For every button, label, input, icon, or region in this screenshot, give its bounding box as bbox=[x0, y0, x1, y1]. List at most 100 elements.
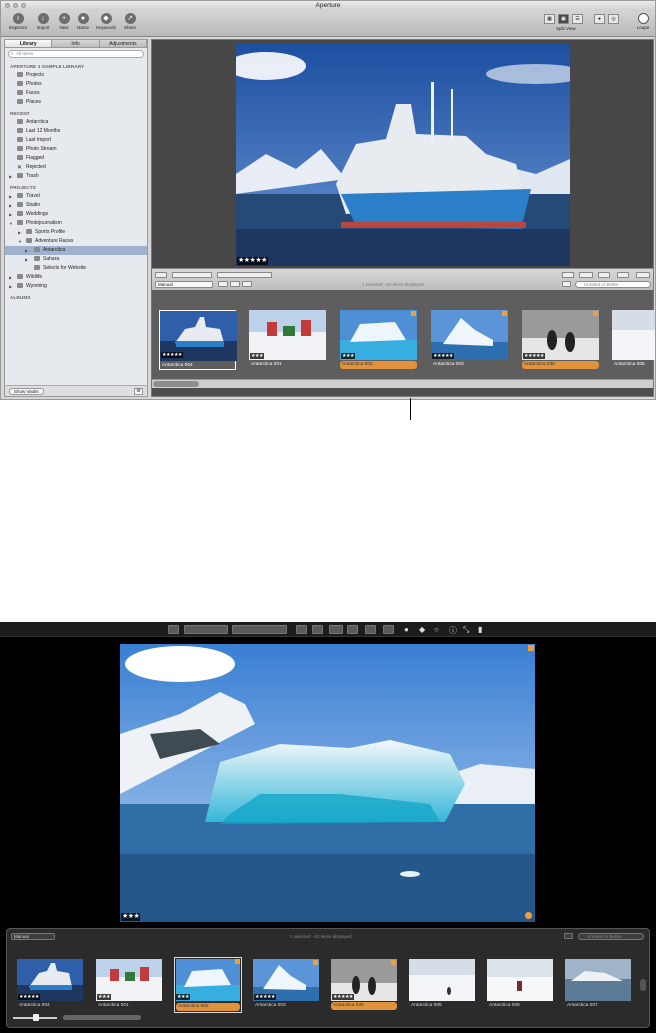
import-tool-button[interactable] bbox=[562, 272, 574, 278]
import-button[interactable]: ↓ Import bbox=[32, 12, 54, 30]
thumbnail[interactable]: ★★★★★ Antarctica 039 bbox=[522, 310, 599, 370]
disclosure-triangle-icon[interactable]: ▶ bbox=[25, 255, 28, 264]
sidebar-item-weddings[interactable]: ▶ Weddings bbox=[5, 210, 147, 219]
rotate-tools-group[interactable] bbox=[184, 625, 228, 634]
scrollbar-thumb[interactable] bbox=[153, 381, 199, 387]
adjust-tools-group[interactable] bbox=[232, 625, 287, 634]
browser-scrollbar[interactable] bbox=[152, 379, 653, 388]
person-icon[interactable]: ● bbox=[404, 625, 409, 634]
viewer-photo[interactable]: ★★★★★ bbox=[236, 44, 570, 266]
disclosure-triangle-icon[interactable]: ▶ bbox=[9, 273, 12, 282]
list-layout-button[interactable] bbox=[230, 281, 240, 287]
viewer-button[interactable] bbox=[347, 625, 358, 634]
tab-info[interactable]: Info bbox=[52, 40, 100, 47]
disclosure-triangle-icon[interactable]: ▶ bbox=[9, 210, 12, 219]
loupe-icon[interactable]: ○ bbox=[434, 625, 439, 634]
stack-tool-button[interactable] bbox=[598, 272, 610, 278]
sidebar-item-antarctica-recent[interactable]: Antarctica bbox=[5, 118, 147, 127]
filter-button[interactable] bbox=[564, 933, 573, 939]
thumbnail[interactable]: ★★★★★ Antarctica 003 bbox=[431, 310, 508, 370]
grid-view-button[interactable]: ▦ bbox=[544, 14, 555, 24]
rotate-tools-group[interactable] bbox=[172, 272, 212, 278]
share-button[interactable]: ↗ Share bbox=[119, 12, 141, 30]
disclosure-triangle-icon[interactable]: ▶ bbox=[18, 228, 21, 237]
gear-icon[interactable]: ⚙ bbox=[134, 388, 143, 395]
sidebar-item-photojournalism[interactable]: ▼ Photojournalism bbox=[5, 219, 147, 228]
thumbnail[interactable]: Antarctica 005 bbox=[409, 959, 475, 1011]
filmstrip-scrollbar[interactable] bbox=[63, 1015, 141, 1020]
tab-library[interactable]: Library bbox=[5, 40, 53, 47]
filmstrip-button[interactable] bbox=[242, 281, 252, 287]
show-vaults-button[interactable]: Show Vaults bbox=[9, 388, 44, 395]
filmstrip-scroll-handle[interactable] bbox=[640, 979, 646, 991]
inspector-button[interactable]: i Inspector bbox=[7, 12, 29, 30]
disclosure-triangle-icon[interactable]: ▶ bbox=[9, 172, 12, 181]
keywords-button[interactable]: ◆ Keywords bbox=[95, 12, 117, 30]
thumbnail[interactable]: ★★★ Antarctica 002 bbox=[340, 310, 417, 370]
select-tool-button[interactable] bbox=[155, 272, 167, 278]
minimize-window-button[interactable] bbox=[13, 3, 18, 8]
info-icon[interactable]: ⓘ bbox=[449, 625, 457, 636]
name-button[interactable]: ● Name bbox=[72, 12, 94, 30]
stack-button[interactable] bbox=[296, 625, 307, 634]
slider-knob[interactable] bbox=[33, 1014, 39, 1021]
thumbnail[interactable]: ★★★ Antarctica 002 bbox=[174, 957, 242, 1013]
disclosure-triangle-icon[interactable]: ▶ bbox=[9, 201, 12, 210]
fullscreen-button[interactable] bbox=[636, 272, 650, 278]
sidebar-item-adventure-races[interactable]: ▼ Adventure Races bbox=[5, 237, 147, 246]
disclosure-triangle-open-icon[interactable]: ▼ bbox=[18, 237, 22, 246]
filter-search-field[interactable]: Unrated or Better bbox=[575, 281, 651, 288]
sidebar-item-places[interactable]: Places bbox=[5, 98, 147, 107]
sidebar-item-last-import[interactable]: Last Import bbox=[5, 136, 147, 145]
disclosure-triangle-icon[interactable]: ▶ bbox=[9, 192, 12, 201]
sidebar-item-selects-for-website[interactable]: Selects for Website bbox=[5, 264, 147, 273]
adjust-tools-group[interactable] bbox=[217, 272, 272, 278]
thumbnail[interactable]: ★★★ Antarctica 001 bbox=[249, 310, 326, 370]
exit-fullscreen-icon[interactable]: ⤡ bbox=[463, 625, 469, 635]
faces-button[interactable]: ● bbox=[594, 14, 605, 24]
disclosure-triangle-icon[interactable]: ▶ bbox=[9, 282, 12, 291]
sidebar-item-wildlife[interactable]: ▶ Wildlife bbox=[5, 273, 147, 282]
split-view-button[interactable]: ▣ bbox=[558, 14, 569, 24]
zoom-window-button[interactable] bbox=[21, 3, 26, 8]
thumbnail[interactable]: ★★★★★ Antarctica 004 bbox=[17, 959, 83, 1011]
sidebar-item-rejected[interactable]: ✕ Rejected bbox=[5, 163, 147, 172]
compare-tool-button[interactable] bbox=[617, 272, 629, 278]
sidebar-item-faces[interactable]: Faces bbox=[5, 89, 147, 98]
thumbnail[interactable]: Antarctica 005 bbox=[612, 310, 655, 370]
sidebar-item-last-12-months[interactable]: Last 12 Months bbox=[5, 127, 147, 136]
thumbnail[interactable]: ★★★★★ Antarctica 003 bbox=[253, 959, 319, 1011]
keywords-button[interactable] bbox=[312, 625, 323, 634]
keyword-tag-icon[interactable]: ◆ bbox=[419, 625, 425, 634]
thumbnail[interactable]: ★★★ Antarctica 001 bbox=[96, 959, 162, 1011]
places-button[interactable]: ◎ bbox=[608, 14, 619, 24]
browser-button[interactable] bbox=[383, 625, 394, 634]
sidebar-item-wyoming[interactable]: ▶ Wyoming bbox=[5, 282, 147, 291]
disclosure-triangle-icon[interactable]: ▶ bbox=[25, 246, 28, 255]
sidebar-item-photos[interactable]: Photos bbox=[5, 80, 147, 89]
tab-adjustments[interactable]: Adjustments bbox=[99, 40, 147, 47]
select-tool-button[interactable] bbox=[168, 625, 179, 634]
sidebar-item-sahara[interactable]: ▶ Sahara bbox=[5, 255, 147, 264]
compare-button[interactable] bbox=[365, 625, 376, 634]
loupe-button[interactable]: Loupe bbox=[631, 12, 655, 30]
keywords-tool-button[interactable] bbox=[579, 272, 593, 278]
sidebar-item-projects[interactable]: Projects bbox=[5, 71, 147, 80]
sort-dropdown[interactable]: Manual bbox=[155, 281, 213, 288]
sort-dropdown[interactable]: Manual bbox=[11, 933, 55, 940]
thumbnail[interactable]: ★★★★★ Antarctica 039 bbox=[331, 959, 397, 1011]
thumbnail[interactable]: Antarctica 007 bbox=[565, 959, 631, 1011]
filmstrip-button[interactable] bbox=[329, 625, 343, 634]
sidebar-item-travel[interactable]: ▶ Travel bbox=[5, 192, 147, 201]
sidebar-item-trash[interactable]: ▶ Trash bbox=[5, 172, 147, 181]
list-view-button[interactable]: ☰ bbox=[572, 14, 583, 24]
close-window-button[interactable] bbox=[5, 3, 10, 8]
lock-icon[interactable]: ▮ bbox=[478, 625, 482, 634]
disclosure-triangle-open-icon[interactable]: ▼ bbox=[9, 219, 13, 228]
library-search-field[interactable]: ⌕ All Items bbox=[8, 50, 144, 58]
sidebar-item-studio[interactable]: ▶ Studio bbox=[5, 201, 147, 210]
sidebar-item-sports-profile[interactable]: ▶ Sports Profile bbox=[5, 228, 147, 237]
sidebar-item-photo-stream[interactable]: Photo Stream bbox=[5, 145, 147, 154]
sidebar-item-flagged[interactable]: Flagged bbox=[5, 154, 147, 163]
sidebar-item-antarctica[interactable]: ▶ Antarctica bbox=[5, 246, 147, 255]
